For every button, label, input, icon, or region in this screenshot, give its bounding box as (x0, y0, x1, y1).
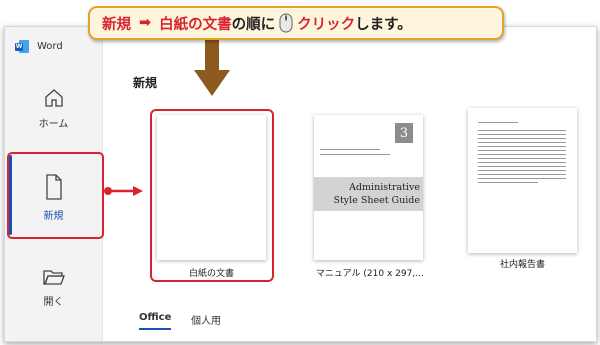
sidebar-item-label: 開く (43, 297, 64, 308)
thumb-line (478, 146, 566, 147)
manual-title-line2: Style Sheet Guide (333, 195, 420, 206)
thumb-line (478, 174, 566, 175)
thumb-line (478, 134, 566, 135)
mouse-icon (279, 13, 293, 33)
thumb-line (478, 166, 566, 167)
banner-tail: します。 (355, 16, 412, 33)
app-name: Word (37, 41, 63, 52)
template-report[interactable] (468, 108, 577, 253)
sidebar-item-open[interactable]: 開く (5, 267, 102, 308)
thumb-line (478, 142, 566, 143)
banner-step-blank: 白紙の文書 (159, 16, 232, 33)
tab-personal[interactable]: 個人用 (191, 312, 221, 327)
page-title: 新規 (133, 76, 158, 90)
template-manual[interactable]: 3 Administrative Style Sheet Guide (314, 115, 423, 260)
right-arrow-icon (104, 186, 143, 196)
arrow-right-icon: ➡ (139, 15, 152, 31)
thumb-line (320, 149, 380, 150)
instruction-banner: 新規 ➡ 白紙の文書 の順に クリック します。 (88, 6, 504, 40)
thumb-line (478, 150, 566, 151)
tab-active-indicator (139, 328, 171, 330)
manual-number-badge: 3 (395, 123, 413, 143)
tab-office[interactable]: Office (139, 312, 171, 323)
thumb-line (478, 138, 566, 139)
thumb-line (320, 154, 390, 155)
thumb-line (478, 170, 566, 171)
thumb-line (478, 122, 518, 123)
manual-title-line1: Administrative (349, 182, 420, 193)
thumb-line (478, 162, 566, 163)
thumb-line (478, 158, 566, 159)
banner-step-new: 新規 (102, 16, 131, 33)
word-logo-icon: W (15, 40, 29, 53)
template-label-report: 社内報告書 (499, 260, 545, 270)
open-folder-icon (42, 270, 65, 285)
thumb-line (478, 130, 566, 131)
home-icon (44, 89, 63, 107)
down-arrow-icon (194, 40, 230, 96)
sidebar-item-home[interactable]: ホーム (5, 87, 102, 130)
thumb-line (478, 178, 566, 179)
thumb-line (478, 154, 566, 155)
word-backstage-window: W Word ホーム 新規 開く 新規 白紙の文書 3 Administrati… (4, 26, 597, 342)
app-title: W Word (15, 40, 63, 53)
banner-order-text: の順に (231, 16, 276, 33)
manual-title: Administrative Style Sheet Guide (320, 181, 420, 207)
sidebar-item-label: ホーム (38, 119, 69, 130)
new-highlight-box (7, 152, 104, 239)
blank-highlight-box (150, 109, 274, 282)
template-label-manual: マニュアル (210 x 297,… (315, 269, 425, 279)
banner-click: クリック (297, 16, 356, 33)
thumb-line (478, 182, 538, 183)
